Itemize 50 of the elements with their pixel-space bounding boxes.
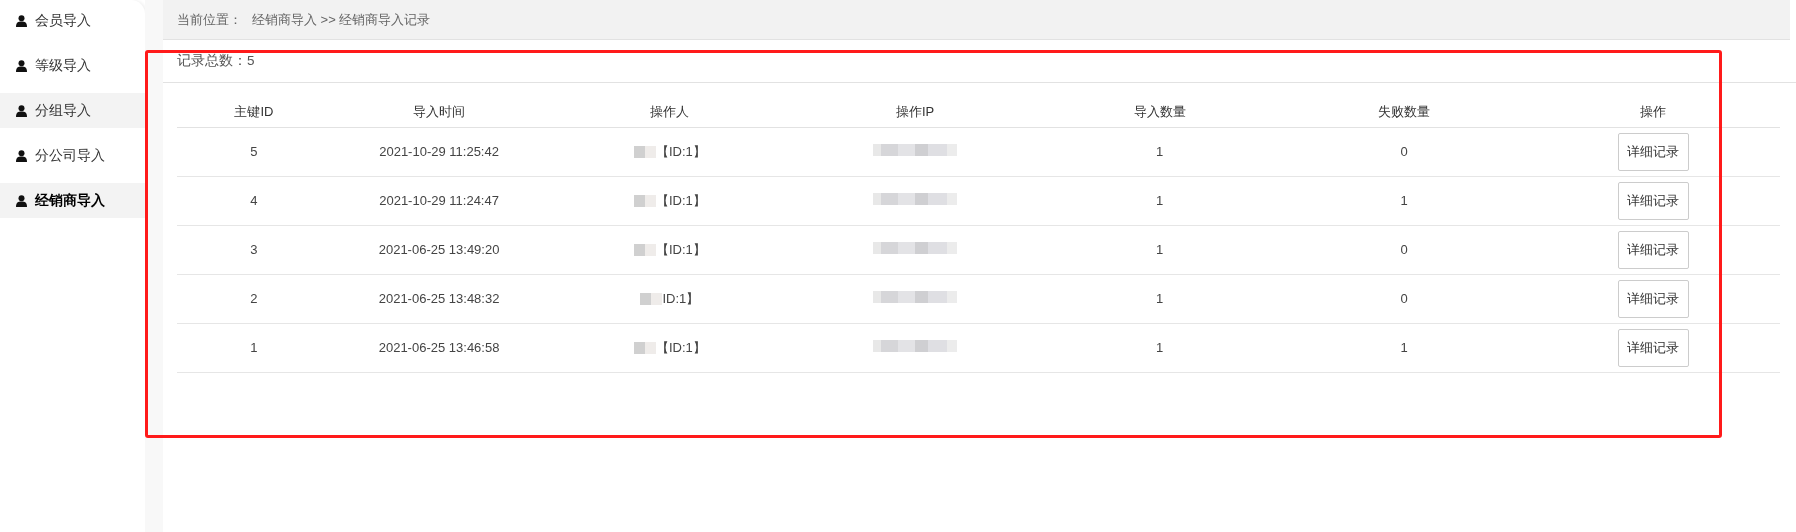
details-button[interactable]: 详细记录 [1617,279,1689,318]
table-cell: 2021-06-25 13:48:32 [378,290,500,306]
table-cell: 1 [1155,143,1164,159]
person-icon [16,194,27,207]
table-cell: 1 [1155,192,1164,208]
table-cell: 2 [250,290,258,306]
breadcrumb-label: 当前位置： [177,10,242,29]
person-icon [16,149,27,162]
table-cell: ID:1】 [662,290,700,306]
person-icon [16,14,27,27]
details-button[interactable]: 详细记录 [1617,132,1689,171]
sidebar-item[interactable]: 经销商导入 [0,183,145,218]
column-header: 操作IP [792,97,1038,127]
person-icon [16,59,27,72]
sidebar-item[interactable]: 会员导入 [0,3,145,38]
table-cell: 【ID:1】 [655,143,706,159]
sidebar-item[interactable]: 等级导入 [0,48,145,83]
person-icon [16,104,27,117]
column-header: 失败数量 [1281,97,1527,127]
details-button[interactable]: 详细记录 [1617,328,1689,367]
column-header: 操作 [1526,97,1780,127]
table-cell: 1 [1155,339,1164,355]
table-cell: 2021-06-25 13:46:58 [378,339,500,355]
table-cell: 2021-06-25 13:49:20 [378,241,500,257]
table-cell: 1 [1400,192,1408,208]
column-header: 导入数量 [1037,97,1282,127]
table-cell: 2021-10-29 11:24:47 [379,192,499,208]
table-cell: 3 [250,241,258,257]
table-cell: 1 [1155,290,1164,306]
table-cell: 4 [250,192,258,208]
table-cell: 1 [250,339,258,355]
column-header: 操作人 [547,97,793,127]
column-header: 导入时间 [330,97,548,127]
table-cell: 0 [1400,143,1408,159]
table-cell: 0 [1400,241,1408,257]
table-cell: 1 [1400,339,1408,355]
record-count: 记录总数：5 [177,51,255,70]
breadcrumb-path: 经销商导入 >> 经销商导入记录 [252,10,431,29]
sidebar-item[interactable]: 分公司导入 [0,138,145,173]
table-cell: 【ID:1】 [655,339,706,355]
table-cell: 2021-10-29 11:25:42 [379,143,499,159]
details-button[interactable]: 详细记录 [1617,181,1689,220]
table-cell: 【ID:1】 [655,192,706,208]
details-button[interactable]: 详细记录 [1617,230,1689,269]
sidebar-item[interactable]: 分组导入 [0,93,145,128]
table-cell: 1 [1155,241,1164,257]
table-cell: 5 [250,143,258,159]
column-header: 主键ID [177,97,331,127]
table-cell: 0 [1400,290,1408,306]
table-cell: 【ID:1】 [655,241,706,257]
